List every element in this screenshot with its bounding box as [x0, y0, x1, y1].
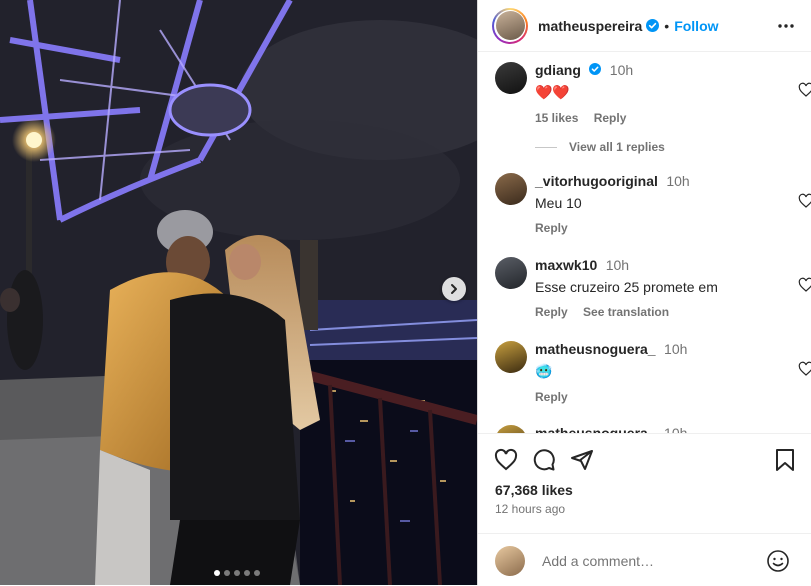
carousel-dot [214, 570, 220, 576]
comment-text: Esse cruzeiro 25 promete em [535, 279, 718, 295]
comments-list[interactable]: gdiang 10h ❤️❤️ 15 likes Reply View all … [478, 53, 811, 433]
add-comment-input[interactable] [540, 552, 754, 570]
reply-button[interactable]: Reply [535, 305, 568, 319]
see-translation-button[interactable]: See translation [583, 305, 669, 319]
verified-badge-icon [646, 19, 660, 32]
follow-button[interactable]: Follow [674, 18, 718, 34]
comment-username[interactable]: gdiang [535, 62, 581, 78]
reply-button[interactable]: Reply [535, 221, 568, 235]
view-replies-label[interactable]: View all 1 replies [569, 140, 665, 154]
post-photo[interactable] [0, 0, 477, 585]
comment-time: 10h [605, 257, 630, 273]
avatar[interactable] [495, 425, 527, 433]
chevron-right-icon [451, 284, 457, 294]
like-heart-icon[interactable] [494, 448, 518, 477]
avatar[interactable] [495, 257, 527, 289]
avatar[interactable] [495, 62, 527, 94]
carousel-dot [254, 570, 260, 576]
save-bookmark-icon[interactable] [774, 448, 796, 477]
reply-button[interactable]: Reply [594, 111, 627, 125]
more-options-icon[interactable] [777, 17, 795, 40]
comment-username[interactable]: _vitorhugooriginal [535, 173, 658, 189]
emoji-icon[interactable] [766, 549, 790, 578]
like-comment-heart-icon[interactable] [798, 82, 811, 103]
like-comment-heart-icon[interactable] [798, 193, 811, 214]
post-timestamp: 12 hours ago [495, 502, 566, 516]
comment-time: 10h [664, 425, 688, 433]
avatar [495, 546, 525, 576]
comment-time: 10h [666, 173, 690, 189]
post-header: matheuspereira • Follow [478, 0, 811, 52]
carousel-next-button[interactable] [442, 277, 466, 301]
comment-bubble-icon[interactable] [532, 448, 556, 477]
carousel-dot [234, 570, 240, 576]
verified-badge-icon [589, 63, 602, 75]
post-photo-scene [0, 0, 477, 585]
separator: • [664, 17, 670, 34]
post-side-panel: matheuspereira • Follow gdiang 10h ❤️❤️ … [477, 0, 811, 585]
avatar[interactable] [492, 7, 528, 44]
carousel-dot [224, 570, 230, 576]
comment-text: 🥶 [535, 363, 553, 379]
add-comment-bar [478, 533, 811, 586]
comment-username[interactable]: matheusnoguera_ [535, 341, 656, 357]
comment-username[interactable]: maxwk10 [535, 257, 597, 273]
share-send-icon[interactable] [570, 448, 594, 477]
post-username[interactable]: matheuspereira [538, 18, 642, 34]
comment-time: 10h [609, 62, 634, 78]
avatar[interactable] [495, 173, 527, 205]
comment-text: Meu 10 [535, 195, 582, 211]
comment-likes[interactable]: 15 likes [535, 111, 578, 125]
likes-count[interactable]: 67,368 likes [495, 482, 573, 498]
comment-time: 10h [664, 341, 688, 357]
comment-text: ❤️❤️ [535, 84, 570, 100]
carousel-indicator [214, 570, 260, 576]
avatar[interactable] [495, 341, 527, 373]
like-comment-heart-icon[interactable] [798, 361, 811, 382]
post-actions: 67,368 likes 12 hours ago [478, 433, 811, 534]
view-replies-button[interactable]: View all 1 replies [535, 140, 665, 154]
comment-username[interactable]: matheusnoguera_ [535, 425, 656, 433]
carousel-dot [244, 570, 250, 576]
like-comment-heart-icon[interactable] [798, 277, 811, 298]
reply-button[interactable]: Reply [535, 390, 568, 404]
